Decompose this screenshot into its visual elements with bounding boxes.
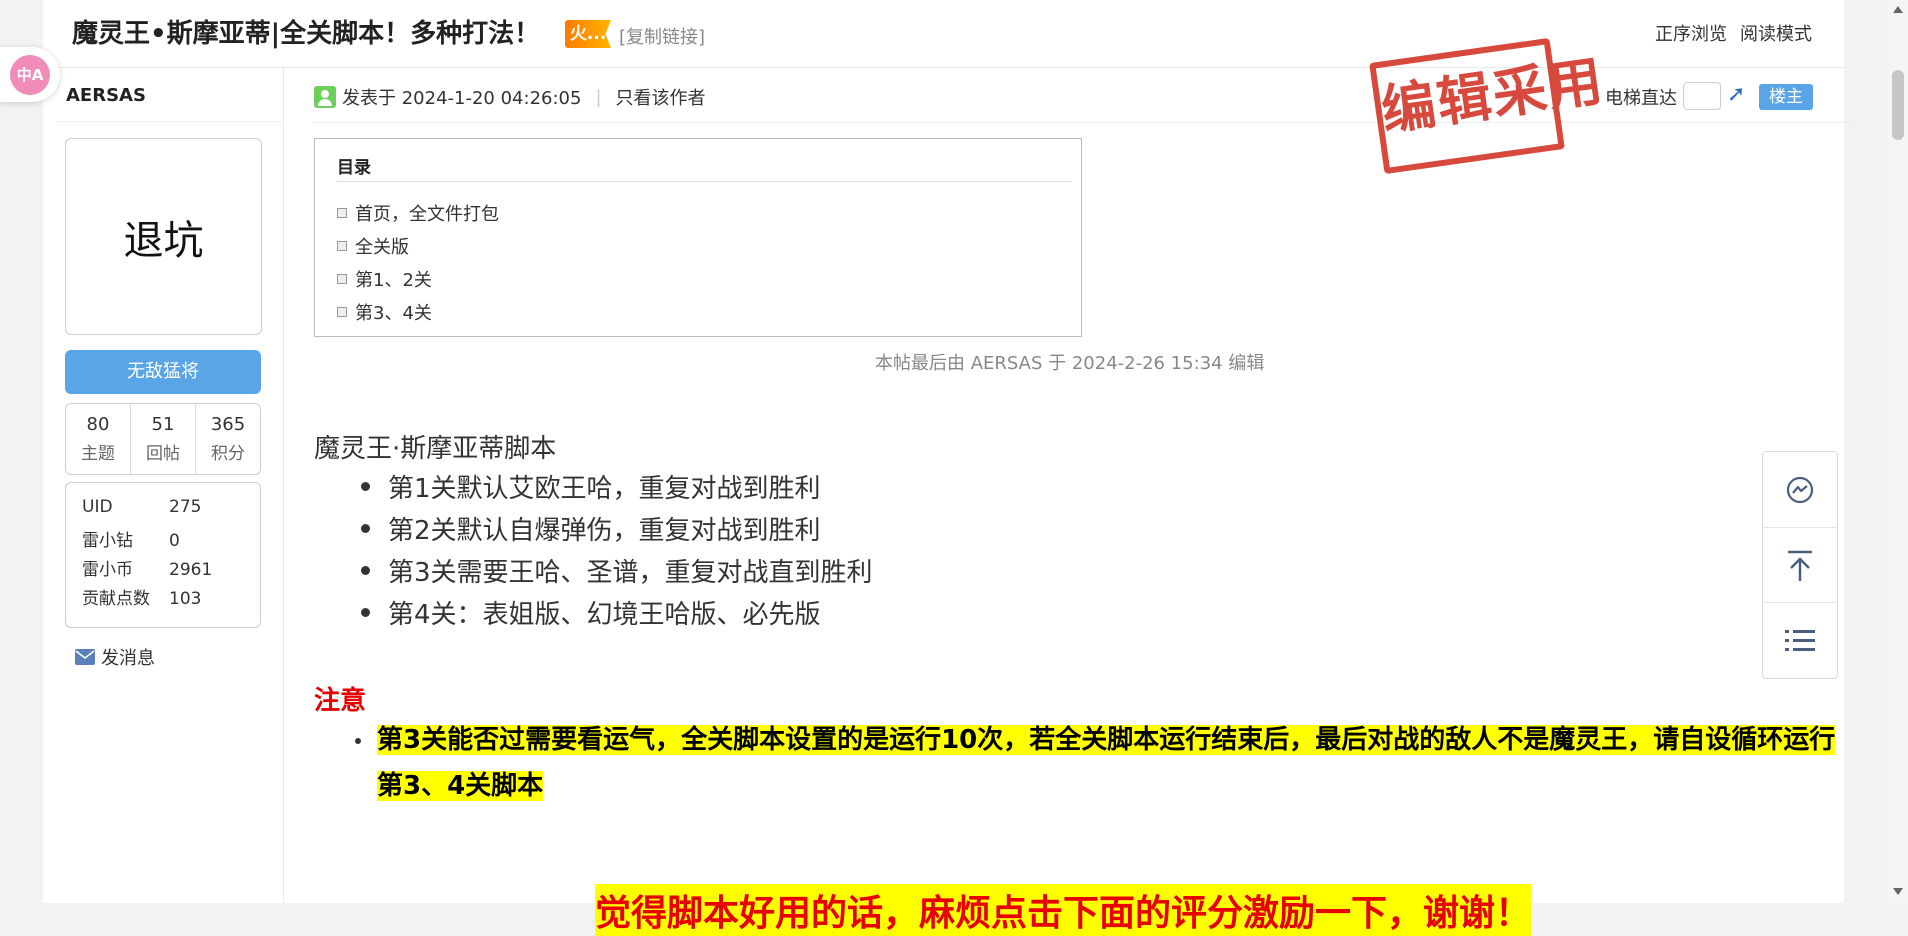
table-of-contents: 目录 首页，全文件打包 全关版 第1、2关 第3、4关 <box>314 138 1082 337</box>
list-icon <box>1785 629 1815 651</box>
list-item: 第2关默认自爆弹伤，重复对战到胜利 <box>361 510 873 552</box>
stat-value: 80 <box>86 414 110 435</box>
stat-points[interactable]: 365 积分 <box>195 404 260 474</box>
author-stats: 80 主题 51 回帖 365 积分 <box>65 403 261 475</box>
info-row: 雷小币 2961 <box>82 555 212 580</box>
scroll-up-icon[interactable] <box>1893 6 1903 13</box>
editor-pick-stamp: 编辑采用 <box>1369 37 1608 175</box>
avatar[interactable]: 退坑 <box>65 138 262 335</box>
toc-item[interactable]: 第1、2关 <box>337 266 432 292</box>
bullet-icon <box>337 208 347 218</box>
hot-badge: 火... <box>565 20 611 48</box>
author-sidebar: AERSAS 退坑 无敌猛将 80 主题 51 回帖 365 积分 UID 275… <box>43 68 284 903</box>
only-author-link[interactable]: 只看该作者 <box>616 84 706 110</box>
note-text: 第3关能否过需要看运气，全关脚本设置的是运行10次，若全关脚本运行结束后，最后对… <box>377 717 1859 809</box>
toc-item[interactable]: 第3、4关 <box>337 299 432 325</box>
stat-label: 积分 <box>211 444 245 464</box>
toc-item-label: 第3、4关 <box>355 303 432 324</box>
send-message-label: 发消息 <box>101 648 155 669</box>
arrow-up-icon <box>1788 550 1812 581</box>
note-title: 注意 <box>314 686 367 716</box>
view-order-link[interactable]: 正序浏览 <box>1655 20 1727 46</box>
translate-icon: 中A <box>10 55 50 95</box>
stat-topics[interactable]: 80 主题 <box>66 404 130 474</box>
divider <box>314 122 1855 123</box>
info-key: UID <box>82 497 113 517</box>
bullet-icon <box>337 241 347 251</box>
toc-title: 目录 <box>337 158 371 178</box>
info-value: 0 <box>169 531 180 551</box>
translate-button[interactable]: 中A <box>0 47 60 102</box>
info-row: 贡献点数 103 <box>82 584 201 609</box>
info-value: 275 <box>169 497 202 517</box>
chat-button[interactable] <box>1763 452 1837 527</box>
floor-badge: 楼主 <box>1759 84 1813 110</box>
list-item: 第1关默认艾欧王哈，重复对战到胜利 <box>361 468 873 510</box>
info-key: 雷小钻 <box>82 531 133 551</box>
toc-item-label: 第1、2关 <box>355 270 432 291</box>
copy-link[interactable]: [复制链接] <box>619 23 705 49</box>
note-highlight: 第3关能否过需要看运气，全关脚本设置的是运行10次，若全关脚本运行结束后，最后对… <box>377 725 1836 801</box>
info-key: 贡献点数 <box>82 589 150 609</box>
author-name[interactable]: AERSAS <box>66 85 146 106</box>
toc-item[interactable]: 全关版 <box>337 233 409 259</box>
info-value: 103 <box>169 589 202 609</box>
side-tools <box>1762 451 1838 679</box>
toc-item-label: 首页，全文件打包 <box>355 204 499 225</box>
thanks-banner: 觉得脚本好用的话，麻烦点击下面的评分激励一下，谢谢！ <box>595 884 1532 936</box>
bullet-icon <box>337 307 347 317</box>
toc-item[interactable]: 首页，全文件打包 <box>337 200 499 226</box>
post-meta: 发表于 2024-1-20 04:26:05 | 只看该作者 <box>314 84 706 110</box>
info-key: 雷小币 <box>82 560 133 580</box>
list-item: 第3关需要王哈、圣谱，重复对战直到胜利 <box>361 552 873 594</box>
elevator-label: 电梯直达 <box>1605 88 1677 109</box>
list-item: 第4关：表姐版、幻境王哈版、必先版 <box>361 594 873 636</box>
author-info: UID 275 雷小钻 0 雷小币 2961 贡献点数 103 <box>65 482 261 628</box>
messenger-icon <box>1786 476 1814 503</box>
post-date: 发表于 2024-1-20 04:26:05 <box>342 88 582 109</box>
envelope-icon <box>75 649 95 665</box>
thread-title: 魔灵王•斯摩亚蒂|全关脚本！多种打法！ <box>72 19 541 49</box>
scroll-thumb[interactable] <box>1892 70 1904 140</box>
divider <box>57 121 282 122</box>
avatar-text: 退坑 <box>123 217 204 264</box>
scrollbar[interactable] <box>1888 0 1908 903</box>
send-message-link[interactable]: 发消息 <box>75 644 155 670</box>
stat-value: 365 <box>210 414 246 435</box>
jump-go-icon[interactable]: ➚ <box>1727 82 1745 107</box>
page: 魔灵王•斯摩亚蒂|全关脚本！多种打法！ 火... [复制链接] 正序浏览 阅读模… <box>43 0 1855 936</box>
content-list: 第1关默认艾欧王哈，重复对战到胜利 第2关默认自爆弹伤，重复对战到胜利 第3关需… <box>361 468 873 636</box>
stat-value: 51 <box>151 414 175 435</box>
rank-badge[interactable]: 无敌猛将 <box>65 350 261 394</box>
read-mode-link[interactable]: 阅读模式 <box>1740 20 1812 46</box>
divider <box>337 181 1072 182</box>
info-row: UID 275 <box>82 497 201 517</box>
stat-label: 主题 <box>81 444 115 464</box>
list-view-button[interactable] <box>1763 602 1837 678</box>
edit-note: 本帖最后由 AERSAS 于 2024-2-26 15:34 编辑 <box>875 353 1265 374</box>
meta-separator: | <box>595 86 602 108</box>
info-value: 2961 <box>169 560 213 580</box>
bullet-icon <box>337 274 347 284</box>
bullet-icon <box>355 738 361 744</box>
floor-jump-input[interactable] <box>1683 82 1721 110</box>
stat-replies[interactable]: 51 回帖 <box>130 404 195 474</box>
scroll-down-icon[interactable] <box>1893 888 1903 895</box>
user-online-icon <box>314 86 336 108</box>
back-to-top-button[interactable] <box>1763 527 1837 603</box>
toc-item-label: 全关版 <box>355 237 409 258</box>
content-title: 魔灵王·斯摩亚蒂脚本 <box>314 434 557 464</box>
stat-label: 回帖 <box>146 444 180 464</box>
info-row: 雷小钻 0 <box>82 526 180 551</box>
